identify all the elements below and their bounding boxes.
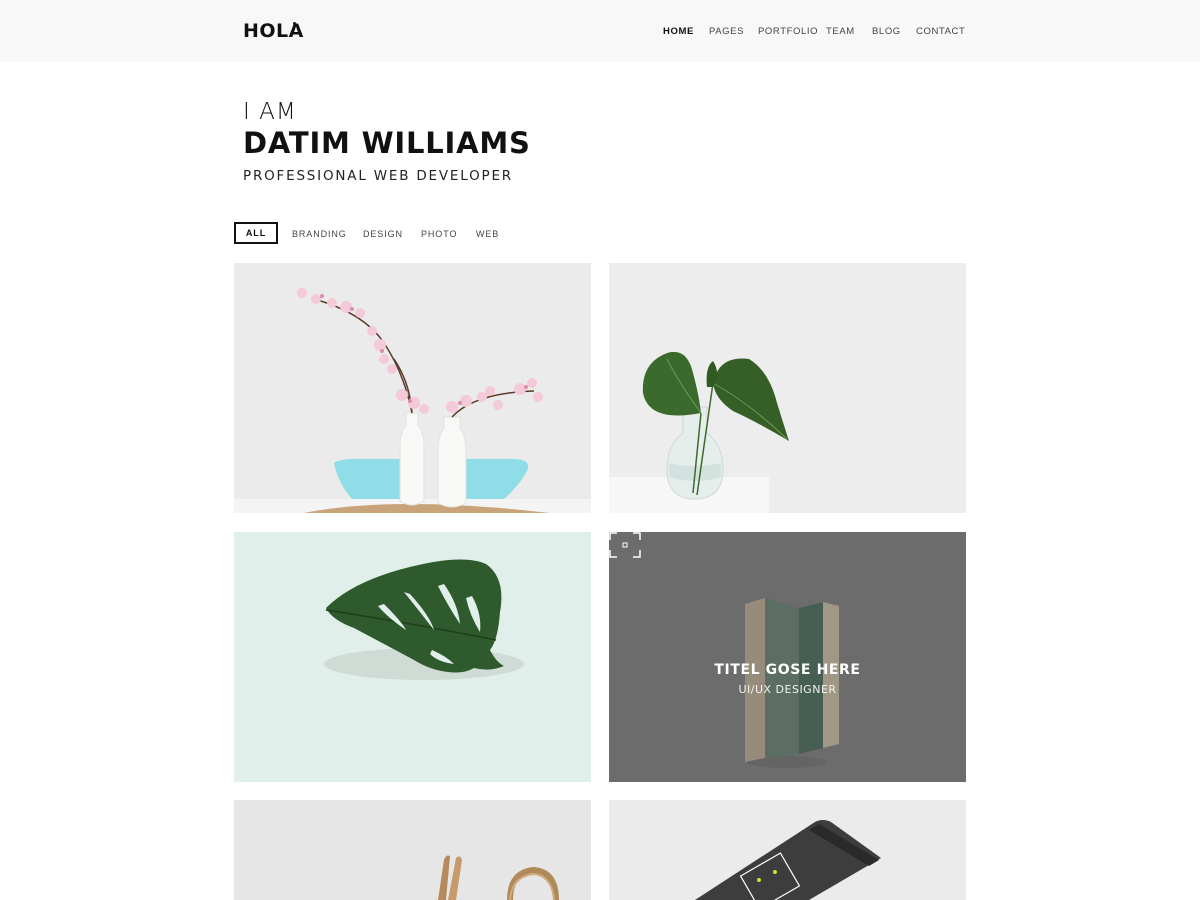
portfolio-item-twine[interactable] bbox=[234, 800, 591, 900]
item-title: TITEL GOSE HERE bbox=[714, 662, 861, 678]
filter-design[interactable]: DESIGN bbox=[363, 229, 403, 239]
nav-pages[interactable]: PAGES bbox=[709, 26, 744, 37]
vases-with-blossoms-image bbox=[234, 288, 591, 513]
nav-team[interactable]: TEAM bbox=[826, 26, 855, 37]
portfolio-item-leaf-vase[interactable] bbox=[609, 263, 966, 513]
hover-overlay bbox=[609, 532, 966, 782]
monstera-leaf-image bbox=[324, 559, 524, 680]
business-card-image bbox=[695, 820, 881, 900]
item-subtitle: UI/UX DESIGNER bbox=[738, 683, 837, 696]
nav-contact[interactable]: CONTACT bbox=[916, 26, 965, 37]
fullscreen-icon[interactable] bbox=[609, 532, 641, 558]
site-header: HOLA HOME PAGES PORTFOLIO TEAM BLOG CONT… bbox=[0, 0, 1200, 62]
leaf-in-glass-vase-image bbox=[609, 351, 789, 513]
logo-dot bbox=[293, 22, 296, 25]
filter-photo[interactable]: PHOTO bbox=[421, 229, 457, 239]
filter-branding[interactable]: BRANDING bbox=[292, 229, 347, 239]
portfolio-item-card[interactable] bbox=[609, 800, 966, 900]
portfolio-item-brochure[interactable]: TITEL GOSE HERE UI/UX DESIGNER bbox=[609, 532, 966, 782]
nav-portfolio[interactable]: PORTFOLIO bbox=[758, 26, 818, 37]
twine-and-sticks-image bbox=[438, 855, 559, 900]
filter-web[interactable]: WEB bbox=[476, 229, 499, 239]
hero-role: PROFESSIONAL WEB DEVELOPER bbox=[243, 168, 513, 184]
portfolio-item-monstera[interactable] bbox=[234, 532, 591, 782]
hero-intro: I AM bbox=[243, 99, 297, 125]
nav-home[interactable]: HOME bbox=[663, 26, 694, 37]
portfolio-item-vases[interactable] bbox=[234, 263, 591, 513]
hero-name: DATIM WILLIAMS bbox=[243, 126, 531, 160]
nav-blog[interactable]: BLOG bbox=[872, 26, 901, 37]
filter-all[interactable]: ALL bbox=[234, 222, 278, 244]
